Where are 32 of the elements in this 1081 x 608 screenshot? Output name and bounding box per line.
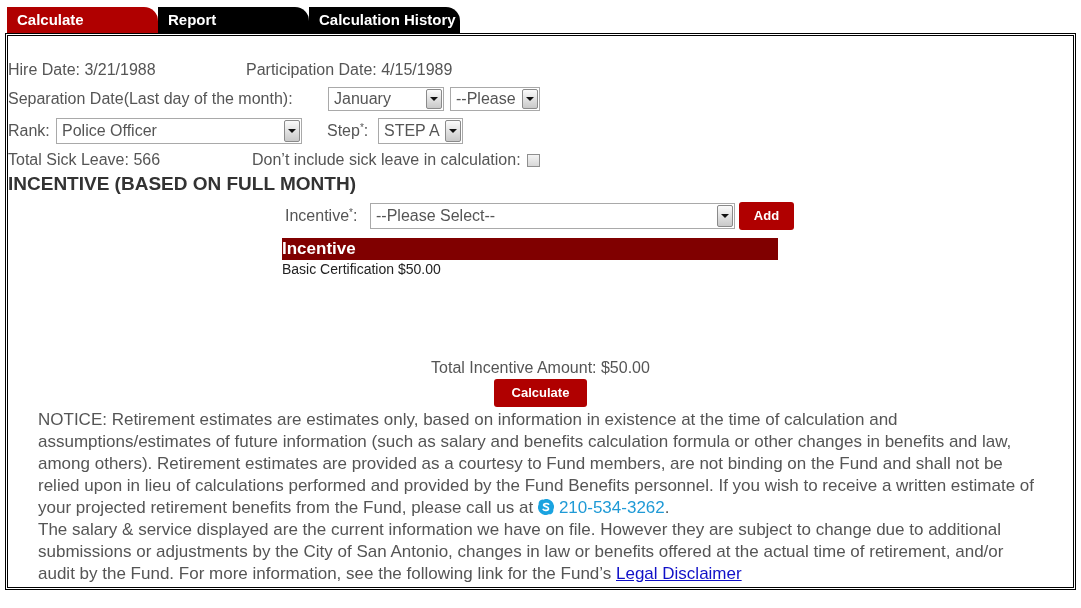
caret-icon [717, 205, 733, 227]
notice-paragraph: The salary & service displayed are the current information we have on file. However they are subject to change due to additional submissions or adjustments by the City of San Antonio, changes in law or benefits offered at the actual time of retirement, and/or audit by the Fund. For more information, see the following link for the Fund’s Legal Disclaimer [38, 519, 1005, 585]
add-button[interactable]: Add [739, 202, 794, 230]
rank-select[interactable]: Police Officer [56, 118, 302, 144]
tab[interactable]: Calculate [7, 7, 158, 33]
caret-icon [284, 120, 300, 142]
table-cell-text: Basic Certification $50.00 [282, 260, 441, 279]
notice-paragraph: NOTICE: Retirement estimates are estimates only, based on information in existence at the time of calculation and assumptions/estimates of future information (such as salary and benefits calculation formula or other changes in benefits and law, among others). Retirement estimates are provided as a courtesy to Fund members, are not binding on the Fund and shall not be relied upon in lieu of calculations performed and provided by the Fund Benefits personnel. If you wish to receive a written estimate of your projected retirement benefits from the Fund, please call us at 210-534-3262. [38, 409, 1035, 519]
field-label: Step$^{*}$: [327, 122, 369, 139]
caret-icon [445, 120, 461, 142]
s-badge-icon [537, 499, 554, 515]
section-heading: INCENTIVE (BASED ON FULL MONTH) [8, 171, 356, 196]
caret-icon [522, 89, 538, 109]
year-select[interactable]: --Please [450, 87, 540, 111]
month-select[interactable]: January [328, 87, 444, 111]
caret-icon [426, 89, 442, 109]
hire-date-text: Hire Date: 3/21/1988 [8, 61, 156, 78]
table-header: Incentive [282, 238, 778, 260]
tab[interactable]: Report [158, 7, 309, 33]
incentive-select[interactable]: --Please Select-- [370, 203, 735, 229]
field-label: Rank: [8, 122, 50, 139]
total-incentive-text: Total Incentive Amount: $50.00 [431, 358, 650, 378]
participation-date-text: Participation Date: 4/15/1989 [246, 60, 453, 80]
step-select[interactable]: STEP A [378, 118, 463, 144]
calculate-button[interactable]: Calculate [494, 379, 587, 407]
field-label: Don’t include sick leave in calculation: [252, 150, 521, 170]
field-label: Separation Date(Last day of the month): [8, 90, 293, 107]
field-label: Incentive$^{*}$: [285, 207, 358, 224]
checkbox[interactable] [526, 153, 540, 167]
tab[interactable]: Calculation History [309, 7, 460, 33]
legal-disclaimer-link[interactable]: Legal Disclaimer [616, 564, 742, 583]
sick-leave-total-text: Total Sick Leave: 566 [8, 151, 161, 168]
